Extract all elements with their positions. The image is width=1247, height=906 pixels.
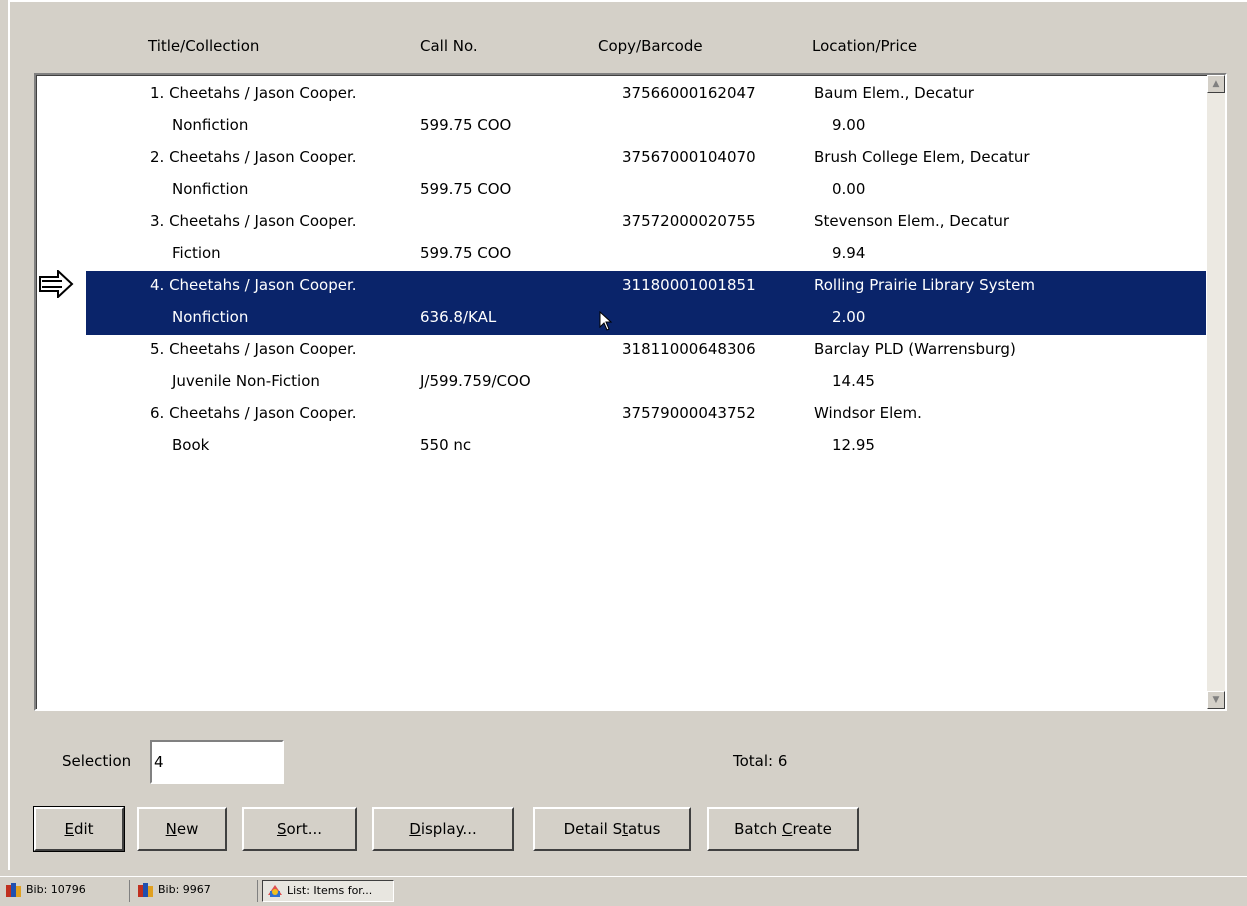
display-button[interactable]: Display... (372, 807, 514, 851)
sort-button[interactable]: Sort... (242, 807, 357, 851)
vertical-scrollbar[interactable]: ▲ ▼ (1207, 75, 1225, 709)
item-barcode: 37572000020755 (622, 212, 756, 230)
scroll-down-icon[interactable]: ▼ (1207, 691, 1225, 709)
column-header-title[interactable]: Title/Collection (148, 37, 259, 55)
item-barcode: 37566000162047 (622, 84, 756, 102)
item-collection: Nonfiction (172, 180, 249, 198)
item-price: 14.45 (832, 372, 875, 390)
taskbar: Bib: 10796 Bib: 9967 List: Items for... (0, 876, 1247, 906)
new-button[interactable]: New (137, 807, 227, 851)
item-title: 1. Cheetahs / Jason Cooper. (150, 84, 357, 102)
list-item[interactable]: 6. Cheetahs / Jason Cooper. Book 550 nc 375… (86, 399, 1206, 463)
item-title: 5. Cheetahs / Jason Cooper. (150, 340, 357, 358)
item-location: Rolling Prairie Library System (814, 276, 1036, 294)
selection-label: Selection (62, 752, 132, 770)
item-call-no: 636.8/KAL (420, 308, 497, 326)
item-call-no: 599.75 COO (420, 244, 512, 262)
list-item[interactable]: 2. Cheetahs / Jason Cooper. Nonfiction 599… (86, 143, 1206, 207)
detail-status-button[interactable]: Detail Status (533, 807, 691, 851)
item-barcode: 31180001001851 (622, 276, 756, 294)
column-header-location[interactable]: Location/Price (812, 37, 917, 55)
item-title: 4. Cheetahs / Jason Cooper. (150, 276, 357, 294)
item-location: Windsor Elem. (814, 404, 922, 422)
books-icon (138, 883, 153, 897)
item-price: 9.94 (832, 244, 866, 262)
item-call-no: J/599.759/COO (420, 372, 531, 390)
list-icon (268, 885, 282, 897)
item-collection: Juvenile Non-Fiction (172, 372, 320, 390)
item-price: 9.00 (832, 116, 866, 134)
batch-create-button[interactable]: Batch Create (707, 807, 859, 851)
item-price: 12.95 (832, 436, 875, 454)
item-location: Barclay PLD (Warrensburg) (814, 340, 1016, 358)
edit-button[interactable]: Edit (33, 806, 125, 852)
task-bib-10796[interactable]: Bib: 10796 (2, 880, 130, 902)
list-item[interactable]: 4. Cheetahs / Jason Cooper. Nonfiction 636… (86, 271, 1206, 335)
item-barcode: 37579000043752 (622, 404, 756, 422)
item-barcode: 37567000104070 (622, 148, 756, 166)
item-price: 0.00 (832, 180, 866, 198)
list-item[interactable]: 3. Cheetahs / Jason Cooper. Fiction 599.75… (86, 207, 1206, 271)
item-title: 6. Cheetahs / Jason Cooper. (150, 404, 357, 422)
item-collection: Nonfiction (172, 308, 249, 326)
item-title: 3. Cheetahs / Jason Cooper. (150, 212, 357, 230)
item-location: Brush College Elem, Decatur (814, 148, 1030, 166)
item-barcode: 31811000648306 (622, 340, 756, 358)
item-location: Stevenson Elem., Decatur (814, 212, 1010, 230)
column-header-call-no[interactable]: Call No. (420, 37, 478, 55)
column-header-copy[interactable]: Copy/Barcode (598, 37, 703, 55)
total-label: Total: 6 (733, 752, 788, 770)
item-title: 2. Cheetahs / Jason Cooper. (150, 148, 357, 166)
item-collection: Fiction (172, 244, 221, 262)
item-price: 2.00 (832, 308, 866, 326)
item-call-no: 599.75 COO (420, 180, 512, 198)
scroll-up-icon[interactable]: ▲ (1207, 75, 1225, 93)
task-bib-9967[interactable]: Bib: 9967 (134, 880, 258, 902)
books-icon (6, 883, 21, 897)
task-list-items[interactable]: List: Items for... (262, 880, 394, 902)
item-collection: Nonfiction (172, 116, 249, 134)
item-call-no: 599.75 COO (420, 116, 512, 134)
item-call-no: 550 nc (420, 436, 472, 454)
selection-input[interactable] (150, 740, 284, 784)
current-row-arrow-icon (39, 270, 74, 298)
item-location: Baum Elem., Decatur (814, 84, 974, 102)
item-collection: Book (172, 436, 210, 454)
total-value: 6 (777, 752, 788, 770)
list-item[interactable]: 1. Cheetahs / Jason Cooper. Nonfiction 599… (86, 79, 1206, 143)
mouse-pointer-icon (599, 311, 613, 331)
items-list[interactable]: 1. Cheetahs / Jason Cooper. Nonfiction 599… (34, 73, 1227, 711)
list-item[interactable]: 5. Cheetahs / Jason Cooper. Juvenile Non-… (86, 335, 1206, 399)
